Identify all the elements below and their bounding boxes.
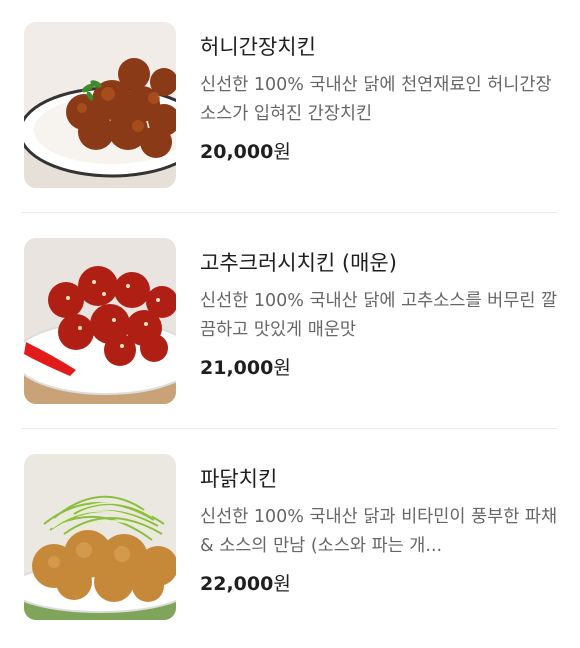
- menu-item-price: 20,000원: [200, 139, 558, 165]
- green-onion-chicken-photo: [24, 454, 176, 620]
- menu-item-info: 파닭치킨 신선한 100% 국내산 닭과 비타민이 풍부한 파채 & 소스의 만…: [200, 465, 558, 597]
- menu-item[interactable]: 고추크러시치킨 (매운) 신선한 100% 국내산 닭에 고추소스를 버무린 깔…: [0, 216, 580, 432]
- menu-item-description: 신선한 100% 국내산 닭에 천연재료인 허니간장 소스가 입혀진 간장치킨: [200, 75, 552, 124]
- spicy-pepper-chicken-photo: [24, 238, 176, 404]
- menu-item-price: 21,000원: [200, 355, 558, 381]
- menu-item-info: 고추크러시치킨 (매운) 신선한 100% 국내산 닭에 고추소스를 버무린 깔…: [200, 249, 558, 381]
- menu-item[interactable]: 파닭치킨 신선한 100% 국내산 닭과 비타민이 풍부한 파채 & 소스의 만…: [0, 432, 580, 648]
- price-currency: 원: [273, 141, 291, 163]
- price-currency: 원: [273, 573, 291, 595]
- price-value: 20,000: [200, 141, 274, 163]
- price-currency: 원: [273, 357, 291, 379]
- divider: [22, 428, 558, 429]
- honey-soy-chicken-photo: [24, 22, 176, 188]
- menu-item-name: 허니간장치킨: [200, 35, 316, 59]
- menu-item-price: 22,000원: [200, 571, 558, 597]
- menu-item-name: 고추크러시치킨 (매운): [200, 251, 397, 275]
- menu-item-description: 신선한 100% 국내산 닭과 비타민이 풍부한 파채 & 소스의 만남 (소스…: [200, 507, 558, 556]
- divider: [22, 212, 558, 213]
- menu-item[interactable]: 허니간장치킨 신선한 100% 국내산 닭에 천연재료인 허니간장 소스가 입혀…: [0, 0, 580, 216]
- price-value: 22,000: [200, 573, 274, 595]
- menu-item-info: 허니간장치킨 신선한 100% 국내산 닭에 천연재료인 허니간장 소스가 입혀…: [200, 33, 558, 165]
- menu-list: 허니간장치킨 신선한 100% 국내산 닭에 천연재료인 허니간장 소스가 입혀…: [0, 0, 580, 640]
- menu-item-name: 파닭치킨: [200, 467, 278, 491]
- price-value: 21,000: [200, 357, 274, 379]
- menu-item-description: 신선한 100% 국내산 닭에 고추소스를 버무린 깔끔하고 맛있게 매운맛: [200, 291, 558, 340]
